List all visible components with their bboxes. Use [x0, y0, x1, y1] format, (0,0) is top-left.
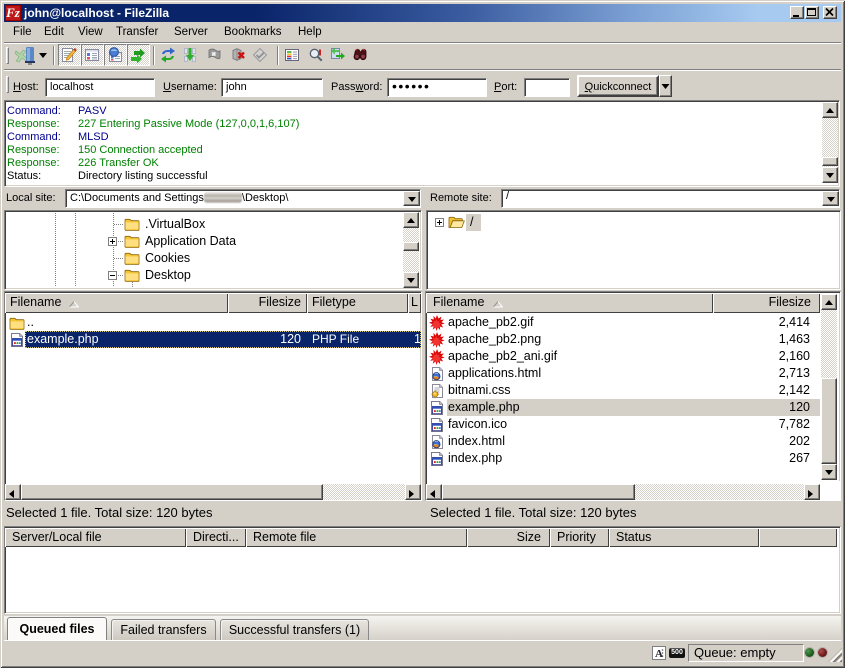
svg-text:Fz: Fz	[5, 5, 21, 20]
